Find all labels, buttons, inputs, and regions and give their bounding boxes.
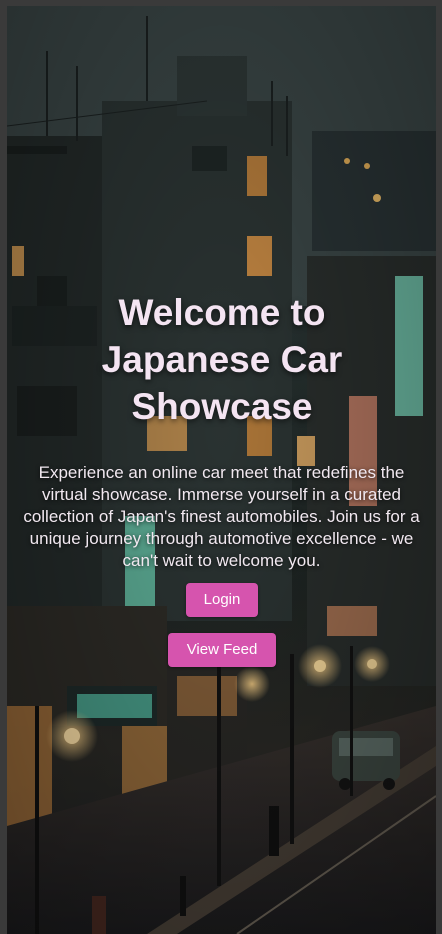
app-frame: Welcome to Japanese Car Showcase Experie… [0,0,442,934]
page-title: Welcome to Japanese Car Showcase [101,292,343,427]
hero-section: Welcome to Japanese Car Showcase Experie… [7,6,436,934]
hero-description: Experience an online car meet that redef… [23,463,420,570]
login-button[interactable]: Login [186,583,258,617]
view-feed-button[interactable]: View Feed [168,633,276,667]
